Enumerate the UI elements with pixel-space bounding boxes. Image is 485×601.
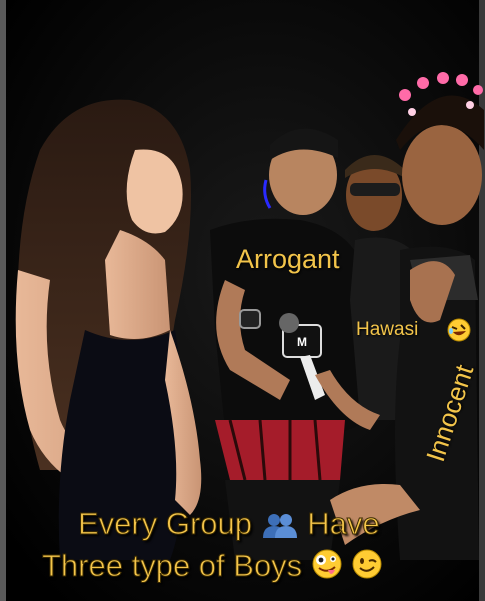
busts-in-silhouette-icon bbox=[262, 514, 297, 538]
label-arrogant: Arrogant bbox=[236, 244, 340, 274]
meme-image: M Arrogant Hawasi Innocent Every Group H… bbox=[0, 0, 485, 601]
label-hawasi: Hawasi bbox=[356, 319, 419, 340]
caption-line1: Every Group Have bbox=[77, 506, 380, 542]
man-innocent-face bbox=[402, 125, 482, 225]
rolling-on-floor-laughing-emoji bbox=[447, 318, 471, 342]
svg-text:M: M bbox=[297, 335, 307, 349]
caption-every-group: Every Group bbox=[77, 506, 253, 542]
caption-line2: Three type of Boys bbox=[41, 548, 383, 584]
caption-have: Have bbox=[307, 506, 380, 542]
zany-face-emoji bbox=[312, 549, 342, 579]
caption-three-type: Three type of Boys bbox=[41, 548, 303, 584]
winking-face-emoji bbox=[352, 549, 382, 579]
